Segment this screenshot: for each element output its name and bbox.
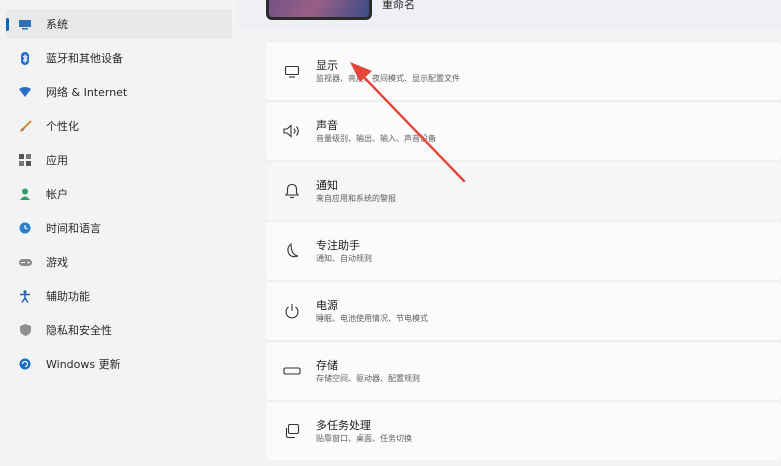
update-icon (18, 357, 32, 371)
sidebar-item-label: Windows 更新 (46, 358, 121, 371)
setting-title: 声音 (316, 118, 338, 132)
sidebar-item-accessibility[interactable]: 辅助功能 (6, 281, 232, 311)
device-thumbnail (266, 0, 372, 20)
setting-title: 存储 (316, 358, 338, 372)
setting-subtitle: 音量级别、输出、输入、声音设备 (316, 133, 436, 143)
setting-subtitle: 监视器、亮度、夜间模式、显示配置文件 (316, 73, 460, 83)
multitask-icon (281, 420, 303, 442)
shield-icon (18, 323, 32, 337)
sidebar-item-label: 隐私和安全性 (46, 324, 112, 337)
setting-power[interactable]: 电源 睡眠、电池使用情况、节电模式 (266, 281, 781, 340)
gamepad-icon (18, 255, 32, 269)
sidebar-item-label: 应用 (46, 154, 68, 167)
setting-display[interactable]: 显示 监视器、亮度、夜间模式、显示配置文件 (266, 41, 781, 100)
sidebar-item-bluetooth[interactable]: 蓝牙和其他设备 (6, 43, 232, 73)
setting-sound[interactable]: 声音 音量级别、输出、输入、声音设备 (266, 101, 781, 160)
sidebar-item-system[interactable]: 系统 (6, 9, 232, 39)
setting-title: 多任务处理 (316, 418, 371, 432)
storage-icon (281, 360, 303, 382)
brush-icon (18, 119, 32, 133)
bluetooth-icon (18, 51, 32, 65)
sidebar-item-windows-update[interactable]: Windows 更新 (6, 349, 232, 379)
sidebar-item-label: 蓝牙和其他设备 (46, 52, 123, 65)
sidebar: 系统 蓝牙和其他设备 网络 & Internet 个性化 应用 帐户 时间和语言… (0, 0, 238, 466)
moon-icon (281, 240, 303, 262)
wifi-icon (18, 85, 32, 99)
sidebar-item-apps[interactable]: 应用 (6, 145, 232, 175)
setting-multitasking[interactable]: 多任务处理 贴靠窗口、桌面、任务切换 (266, 401, 781, 460)
accessibility-icon (18, 289, 32, 303)
person-icon (18, 187, 32, 201)
setting-subtitle: 存储空间、驱动器、配置规则 (316, 373, 420, 383)
sidebar-item-label: 帐户 (46, 188, 68, 201)
display-icon (281, 60, 303, 82)
bell-icon (281, 180, 303, 202)
rename-link[interactable]: 重命名 (382, 0, 415, 12)
speaker-icon (281, 120, 303, 142)
setting-title: 通知 (316, 178, 338, 192)
sidebar-item-accounts[interactable]: 帐户 (6, 179, 232, 209)
globe-clock-icon (18, 221, 32, 235)
selection-indicator (6, 18, 9, 31)
setting-title: 电源 (316, 298, 338, 312)
apps-icon (18, 153, 32, 167)
setting-storage[interactable]: 存储 存储空间、驱动器、配置规则 (266, 341, 781, 400)
setting-subtitle: 通知、自动规则 (316, 253, 372, 263)
sidebar-item-label: 个性化 (46, 120, 79, 133)
setting-notifications[interactable]: 通知 来自应用和系统的警报 (266, 161, 781, 220)
sidebar-item-label: 系统 (46, 18, 68, 31)
sidebar-item-label: 时间和语言 (46, 222, 101, 235)
sidebar-item-gaming[interactable]: 游戏 (6, 247, 232, 277)
monitor-icon (18, 17, 32, 31)
setting-subtitle: 贴靠窗口、桌面、任务切换 (316, 433, 412, 443)
setting-title: 专注助手 (316, 238, 360, 252)
sidebar-item-privacy[interactable]: 隐私和安全性 (6, 315, 232, 345)
setting-subtitle: 睡眠、电池使用情况、节电模式 (316, 313, 428, 323)
sidebar-item-label: 辅助功能 (46, 290, 90, 303)
power-icon (281, 300, 303, 322)
setting-subtitle: 来自应用和系统的警报 (316, 193, 396, 203)
sidebar-item-network[interactable]: 网络 & Internet (6, 77, 232, 107)
sidebar-item-personalization[interactable]: 个性化 (6, 111, 232, 141)
sidebar-item-label: 网络 & Internet (46, 86, 128, 99)
sidebar-item-label: 游戏 (46, 256, 68, 269)
setting-title: 显示 (316, 58, 338, 72)
sidebar-item-time-language[interactable]: 时间和语言 (6, 213, 232, 243)
setting-focus-assist[interactable]: 专注助手 通知、自动规则 (266, 221, 781, 280)
